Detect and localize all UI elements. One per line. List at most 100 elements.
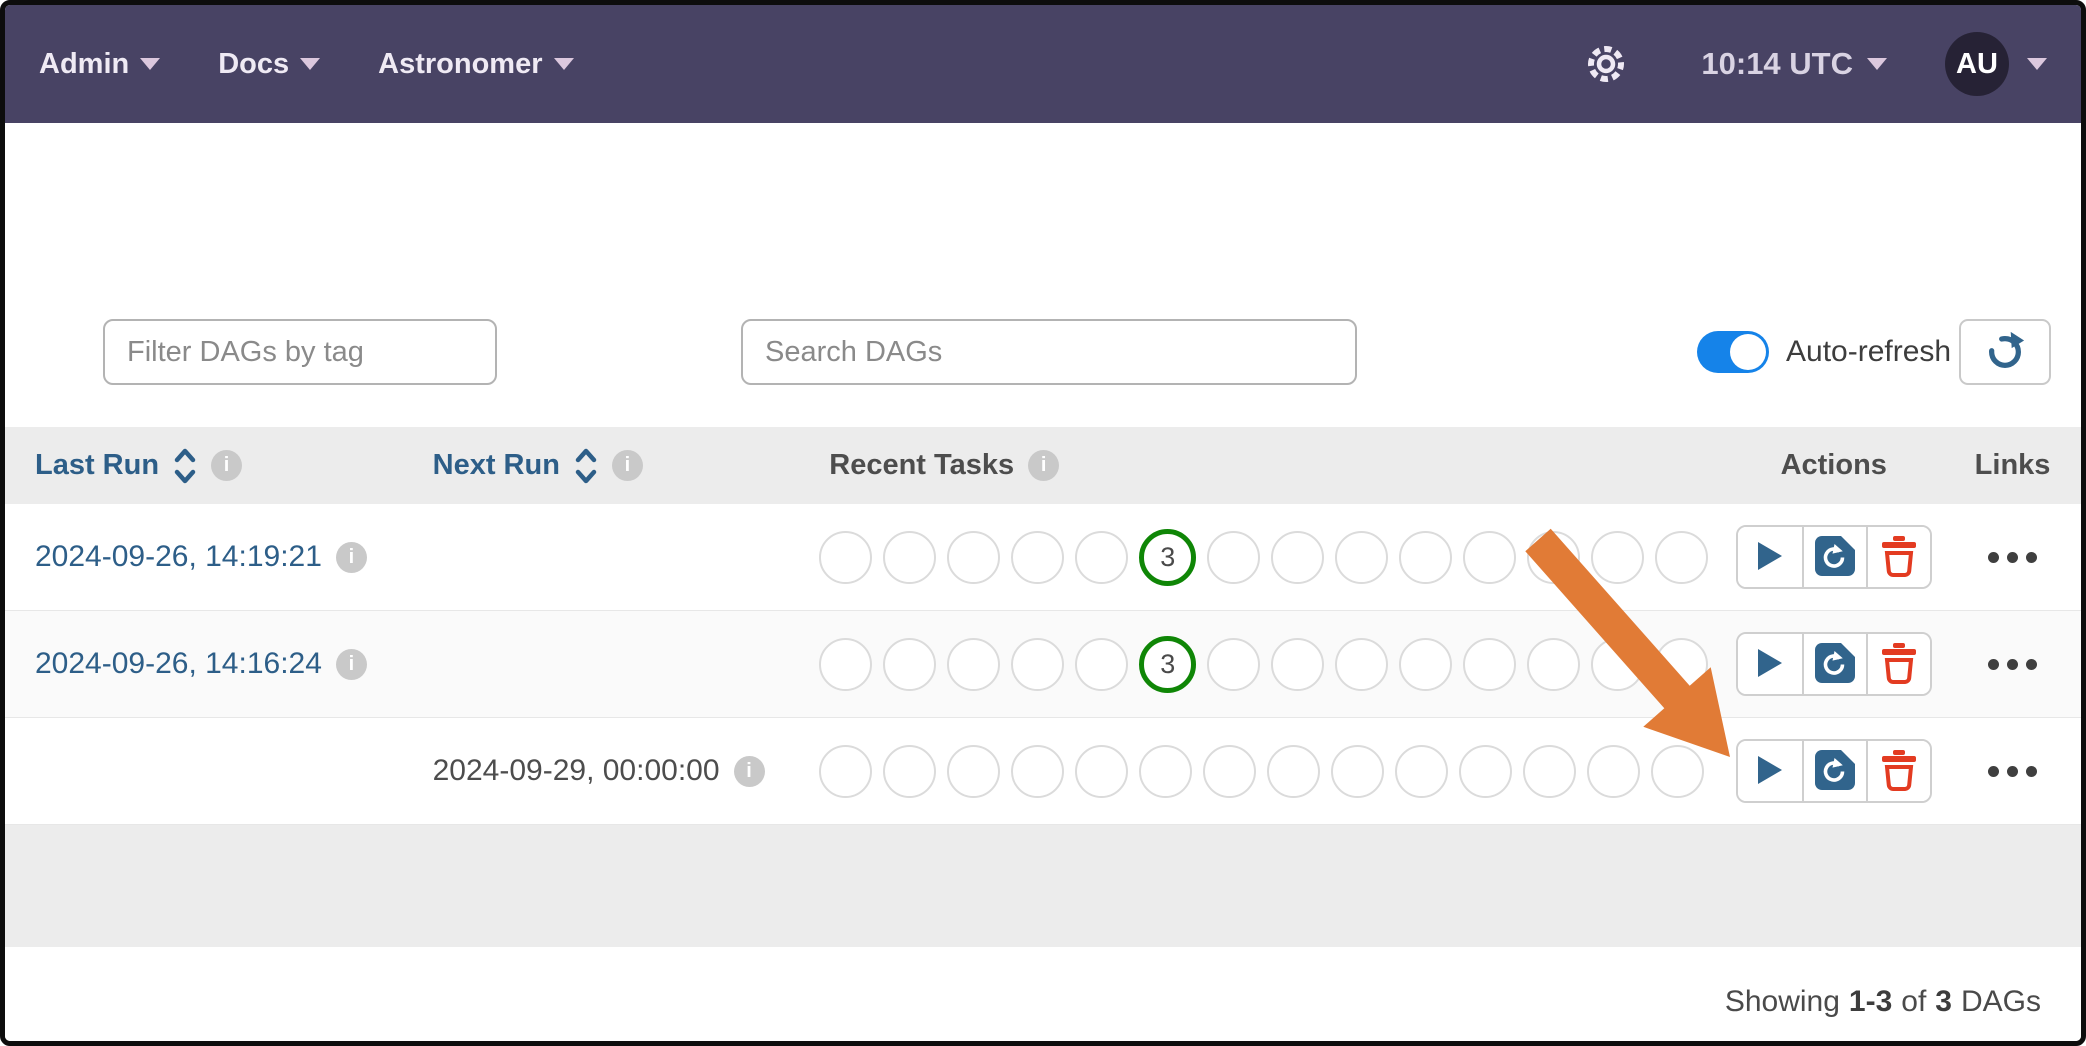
info-icon[interactable]: i — [336, 542, 367, 573]
refresh-dag-button[interactable] — [1802, 634, 1866, 694]
next-run-sort-link[interactable]: Next Run — [433, 449, 560, 482]
dag-actions-group — [1736, 632, 1932, 696]
auto-refresh-toggle[interactable] — [1697, 331, 1769, 373]
task-instance-circle[interactable] — [1203, 745, 1256, 798]
trigger-dag-button[interactable] — [1738, 634, 1802, 694]
task-instance-circle[interactable] — [947, 745, 1000, 798]
links-cell — [1944, 611, 2081, 717]
task-instance-circle[interactable] — [819, 638, 872, 691]
nav-menu-docs[interactable]: Docs — [218, 48, 320, 81]
task-instance-circle[interactable] — [1011, 638, 1064, 691]
task-instance-circle[interactable] — [1459, 745, 1512, 798]
gear-icon[interactable] — [1583, 41, 1629, 87]
task-instance-circle[interactable] — [1591, 531, 1644, 584]
actions-label: Actions — [1781, 449, 1887, 482]
info-icon[interactable]: i — [336, 649, 367, 680]
delete-dag-button[interactable] — [1866, 527, 1930, 587]
refresh-dag-button[interactable] — [1802, 527, 1866, 587]
table-body: 2024-09-26, 14:19:21 i 3 — [5, 504, 2081, 825]
task-instance-circle[interactable] — [1527, 638, 1580, 691]
recent-tasks-cell: 3 — [799, 611, 1723, 717]
header-last-run: Last Run i — [5, 427, 403, 504]
links-menu-button[interactable] — [1978, 542, 2047, 573]
info-icon[interactable]: i — [612, 450, 643, 481]
task-instance-circle[interactable] — [1523, 745, 1576, 798]
dags-table: Last Run i Next Run i — [5, 427, 2081, 947]
task-instance-circle[interactable] — [1399, 638, 1452, 691]
info-icon[interactable]: i — [1028, 450, 1059, 481]
caret-down-icon — [140, 58, 160, 70]
ellipsis-icon — [1988, 766, 1999, 777]
auto-refresh-label: Auto-refresh — [1786, 335, 1951, 369]
info-icon[interactable]: i — [734, 756, 765, 787]
task-success-circle[interactable]: 3 — [1139, 636, 1196, 693]
task-instance-circle[interactable] — [1587, 745, 1640, 798]
task-instance-circle[interactable] — [1331, 745, 1384, 798]
task-instance-circle[interactable] — [1075, 638, 1128, 691]
task-instance-circle[interactable] — [1651, 745, 1704, 798]
last-run-date[interactable]: 2024-09-26, 14:19:21 — [35, 540, 322, 574]
nav-menu-docs-label: Docs — [218, 48, 289, 81]
task-instance-circle[interactable] — [1271, 638, 1324, 691]
timezone-dropdown[interactable]: 10:14 UTC — [1701, 46, 1887, 82]
task-instance-circle[interactable] — [1655, 638, 1708, 691]
table-row: 2024-09-29, 00:00:00i — [5, 718, 2081, 825]
trigger-dag-button[interactable] — [1738, 527, 1802, 587]
task-instance-circle[interactable] — [1139, 745, 1192, 798]
links-menu-button[interactable] — [1978, 649, 2047, 680]
task-instance-circle[interactable] — [819, 531, 872, 584]
task-instance-circle[interactable] — [1655, 531, 1708, 584]
task-instance-circle[interactable] — [883, 531, 936, 584]
task-instance-circle[interactable] — [1271, 531, 1324, 584]
task-instance-circle[interactable] — [883, 638, 936, 691]
task-instance-circle[interactable] — [819, 745, 872, 798]
play-icon — [1757, 755, 1783, 788]
task-instance-circle[interactable] — [1011, 745, 1064, 798]
task-instance-circle[interactable] — [947, 531, 1000, 584]
last-run-date[interactable]: 2024-09-26, 14:16:24 — [35, 647, 322, 681]
task-instance-circle[interactable] — [1591, 638, 1644, 691]
sort-icon[interactable] — [173, 446, 197, 486]
task-instance-circle[interactable] — [1399, 531, 1452, 584]
nav-menu-admin[interactable]: Admin — [39, 48, 160, 81]
nav-menu-admin-label: Admin — [39, 48, 129, 81]
recent-tasks-cell: 3 — [799, 504, 1723, 610]
task-instance-circle[interactable] — [1527, 531, 1580, 584]
nav-menu-astronomer[interactable]: Astronomer — [378, 48, 573, 81]
task-instance-circle[interactable] — [1075, 745, 1128, 798]
task-instance-circle[interactable] — [1207, 531, 1260, 584]
play-icon — [1757, 541, 1783, 574]
caret-down-icon — [300, 58, 320, 70]
sort-icon[interactable] — [574, 446, 598, 486]
task-instance-circle[interactable] — [1463, 638, 1516, 691]
task-instance-circle[interactable] — [1267, 745, 1320, 798]
pagination-status: Showing 1-3 of 3 DAGs — [5, 947, 2081, 1046]
info-icon[interactable]: i — [211, 450, 242, 481]
task-instance-circle[interactable] — [1335, 531, 1388, 584]
search-dags-input[interactable] — [741, 319, 1357, 385]
task-instance-circle[interactable] — [1207, 638, 1260, 691]
task-instance-circle[interactable] — [1395, 745, 1448, 798]
delete-dag-button[interactable] — [1866, 741, 1930, 801]
task-instance-circle[interactable] — [1463, 531, 1516, 584]
task-instance-circle[interactable] — [1075, 531, 1128, 584]
table-row: 2024-09-26, 14:19:21 i 3 — [5, 504, 2081, 611]
task-success-circle[interactable]: 3 — [1139, 529, 1196, 586]
task-instance-circle[interactable] — [1011, 531, 1064, 584]
trigger-dag-button[interactable] — [1738, 741, 1802, 801]
filter-tags-input[interactable] — [103, 319, 497, 385]
refresh-dag-button[interactable] — [1802, 741, 1866, 801]
task-instance-circle[interactable] — [883, 745, 936, 798]
links-menu-button[interactable] — [1978, 756, 2047, 787]
refresh-button[interactable] — [1959, 319, 2051, 385]
task-instance-circle[interactable] — [947, 638, 1000, 691]
dag-actions-group — [1736, 525, 1932, 589]
auto-refresh-control: Auto-refresh — [1697, 319, 1951, 385]
user-menu[interactable]: AU — [1945, 32, 2047, 96]
last-run-sort-link[interactable]: Last Run — [35, 449, 159, 482]
delete-dag-button[interactable] — [1866, 634, 1930, 694]
avatar[interactable]: AU — [1945, 32, 2009, 96]
showing-prefix: Showing — [1725, 985, 1840, 1019]
dag-actions-group — [1736, 739, 1932, 803]
task-instance-circle[interactable] — [1335, 638, 1388, 691]
